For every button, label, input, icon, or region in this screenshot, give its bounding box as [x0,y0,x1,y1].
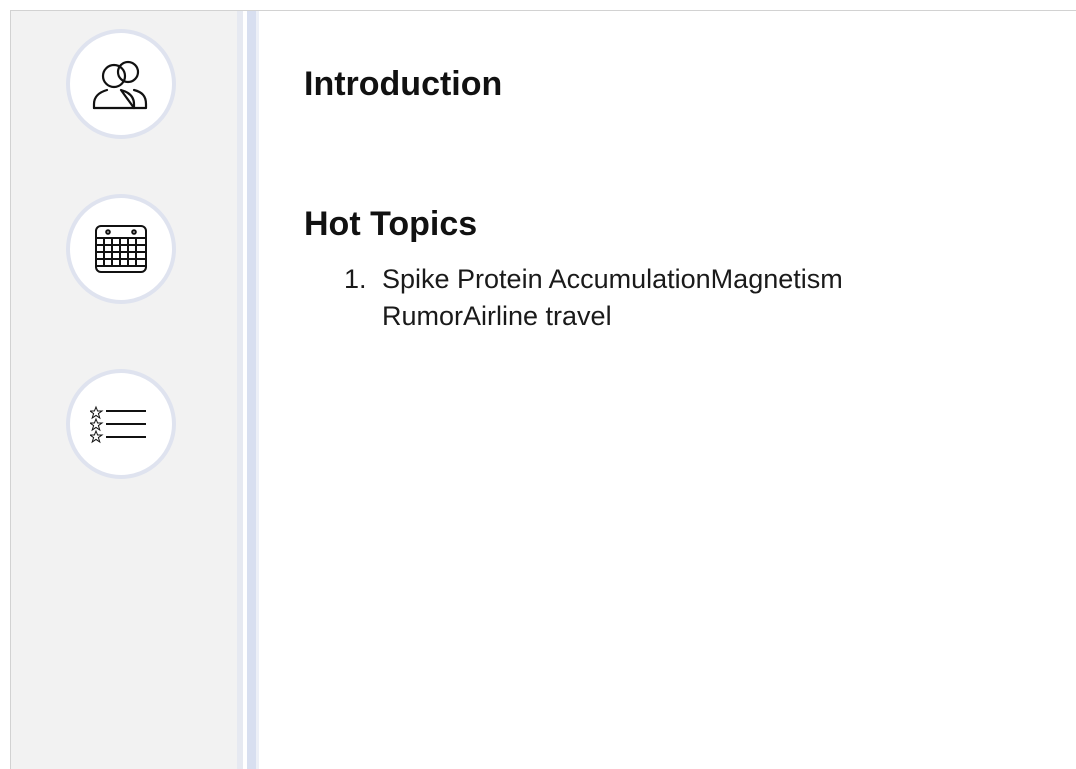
hot-topics-list: 1. Spike Protein AccumulationMagnetism R… [344,261,964,335]
calendar-icon [95,225,147,273]
sidebar-item-calendar[interactable] [66,194,176,304]
intro-heading: Introduction [304,65,503,103]
sidebar-item-starred-list[interactable] [66,369,176,479]
sidebar-item-users[interactable] [66,29,176,139]
starred-list-icon [90,405,146,444]
list-item: 1. Spike Protein AccumulationMagnetism R… [344,261,964,335]
slide-frame: Introduction Hot Topics 1. Spike Protein… [10,10,1076,769]
list-item-number: 1. [344,264,367,294]
list-item-text: Spike Protein AccumulationMagnetism Rumo… [382,264,843,331]
sidebar [11,11,237,769]
main-content: Introduction Hot Topics 1. Spike Protein… [304,11,1076,769]
users-icon [92,60,148,110]
hot-topics-heading: Hot Topics [304,205,478,243]
sidebar-divider [237,11,259,769]
